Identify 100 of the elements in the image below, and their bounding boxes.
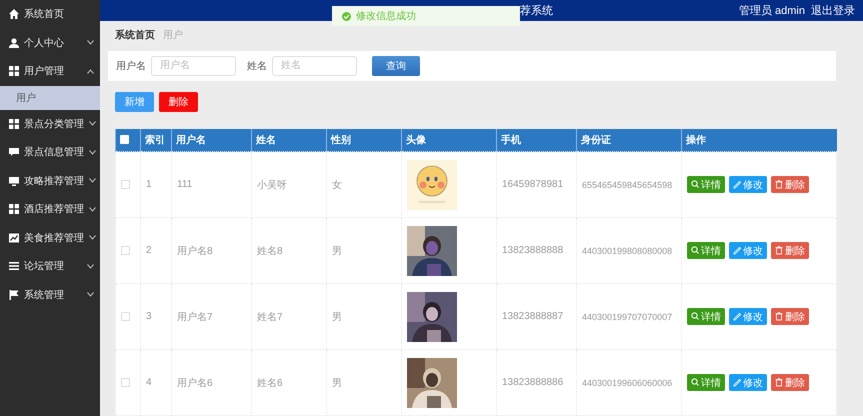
table-cell: 13823888886 bbox=[496, 350, 576, 416]
row-checkbox[interactable] bbox=[121, 180, 130, 189]
search-icon bbox=[691, 246, 699, 255]
table-cell: 男 bbox=[326, 218, 402, 284]
details-button[interactable]: 详情 bbox=[687, 308, 725, 325]
table-cell: 小吴呀 bbox=[252, 152, 326, 218]
table-cell: 2 bbox=[140, 218, 172, 284]
details-button[interactable]: 详情 bbox=[687, 374, 725, 391]
edit-button[interactable]: 修改 bbox=[729, 308, 767, 325]
table-cell: 13823888888 bbox=[496, 218, 576, 284]
flag-icon bbox=[9, 290, 19, 300]
breadcrumb-item: 用户 bbox=[163, 28, 183, 42]
sidebar-item[interactable]: 美食推荐管理 bbox=[0, 224, 100, 252]
chevron-up-icon bbox=[87, 68, 94, 74]
column-header: 姓名 bbox=[252, 128, 326, 152]
row-checkbox[interactable] bbox=[121, 312, 130, 321]
pencil-icon bbox=[733, 312, 741, 321]
row-checkbox[interactable] bbox=[121, 378, 130, 387]
pencil-icon bbox=[733, 378, 741, 387]
table-cell: 111 bbox=[172, 152, 252, 218]
details-button[interactable]: 详情 bbox=[687, 242, 725, 259]
delete-button[interactable]: 删除 bbox=[771, 308, 809, 325]
pencil-icon bbox=[733, 180, 741, 189]
chat-icon bbox=[9, 147, 19, 158]
search-icon bbox=[691, 378, 699, 387]
column-header: 手机 bbox=[496, 128, 576, 152]
field-label: 用户名 bbox=[116, 60, 146, 72]
sidebar-item[interactable]: 论坛管理 bbox=[0, 252, 100, 280]
column-header: 性别 bbox=[326, 128, 402, 152]
trash-icon bbox=[775, 246, 783, 255]
grid-icon bbox=[9, 204, 19, 214]
delete-button[interactable]: 删除 bbox=[771, 242, 809, 259]
sidebar-item[interactable]: 用户管理 bbox=[0, 57, 100, 86]
delete-button[interactable]: 删除 bbox=[771, 374, 809, 391]
trash-icon bbox=[775, 312, 783, 321]
check-circle-icon bbox=[342, 12, 351, 20]
sidebar-item[interactable]: 个人中心 bbox=[0, 28, 100, 57]
sidebar-item[interactable]: 酒店推荐管理 bbox=[0, 195, 100, 224]
trash-icon bbox=[775, 180, 783, 189]
edit-button[interactable]: 修改 bbox=[729, 374, 767, 391]
grid-icon bbox=[9, 118, 19, 129]
table-cell: 姓名7 bbox=[252, 284, 326, 350]
table-cell: 3 bbox=[140, 284, 172, 350]
chevron-down-icon bbox=[89, 235, 96, 240]
column-header: 头像 bbox=[402, 128, 496, 152]
search-button[interactable]: 查询 bbox=[372, 56, 420, 76]
input-field[interactable]: 姓名 bbox=[272, 56, 357, 76]
table-cell: 男 bbox=[326, 284, 402, 350]
edit-button[interactable]: 修改 bbox=[729, 242, 767, 259]
sidebar-item[interactable]: 系统首页 bbox=[0, 0, 100, 28]
list-icon bbox=[9, 261, 19, 272]
chart-icon bbox=[9, 232, 19, 243]
table-cell: 440300199808080008 bbox=[576, 218, 682, 284]
edit-button[interactable]: 修改 bbox=[729, 176, 767, 193]
delete-button[interactable]: 删除 bbox=[159, 92, 198, 112]
row-checkbox[interactable] bbox=[121, 246, 130, 255]
sidebar-item[interactable]: 景点信息管理 bbox=[0, 138, 100, 166]
table-cell: 16459878981 bbox=[496, 152, 576, 218]
table-cell: 姓名8 bbox=[252, 218, 326, 284]
column-header: 用户名 bbox=[172, 128, 252, 152]
sidebar-subitem[interactable]: 用户 bbox=[0, 86, 100, 110]
table-cell: 用户名6 bbox=[172, 350, 252, 416]
toast-message: 修改信息成功 bbox=[356, 10, 416, 23]
table-cell: 655465459845654598 bbox=[576, 152, 682, 218]
chevron-down-icon bbox=[87, 40, 94, 46]
logout-link[interactable]: 退出登录 bbox=[811, 2, 855, 18]
chevron-down-icon bbox=[89, 150, 96, 155]
add-button[interactable]: 新增 bbox=[115, 92, 154, 112]
table-cell: 用户名7 bbox=[172, 284, 252, 350]
sidebar-item[interactable]: 景点分类管理 bbox=[0, 110, 100, 138]
pencil-icon bbox=[733, 246, 741, 255]
trash-icon bbox=[775, 378, 783, 387]
table-cell: 13823888887 bbox=[496, 284, 576, 350]
table-cell: 440300199606060006 bbox=[576, 350, 682, 416]
column-header: 操作 bbox=[682, 128, 836, 152]
delete-button[interactable]: 删除 bbox=[771, 176, 809, 193]
search-icon bbox=[691, 312, 699, 321]
header-title: 荐系统 bbox=[520, 4, 554, 18]
chevron-down-icon bbox=[89, 206, 96, 212]
grid-icon bbox=[9, 66, 19, 76]
table-cell: 姓名6 bbox=[252, 350, 326, 416]
table-cell: 男 bbox=[326, 350, 402, 416]
chevron-down-icon bbox=[89, 121, 96, 126]
column-header: 索引 bbox=[140, 128, 172, 152]
details-button[interactable]: 详情 bbox=[687, 176, 725, 193]
select-all-checkbox[interactable] bbox=[120, 135, 129, 144]
column-header: 身份证 bbox=[576, 128, 682, 152]
breadcrumb-item[interactable]: 系统首页 bbox=[115, 28, 155, 42]
table-cell: 女 bbox=[326, 152, 402, 218]
search-icon bbox=[691, 180, 699, 189]
sidebar-item[interactable]: 系统管理 bbox=[0, 280, 100, 309]
table-cell: 4 bbox=[140, 350, 172, 416]
table-cell: 440300199707070007 bbox=[576, 284, 682, 350]
field-label: 姓名 bbox=[247, 60, 267, 72]
sidebar-item[interactable]: 攻略推荐管理 bbox=[0, 166, 100, 195]
input-field[interactable]: 用户名 bbox=[151, 56, 236, 76]
home-icon bbox=[9, 9, 19, 20]
table-cell: 用户名8 bbox=[172, 218, 252, 284]
user-icon bbox=[9, 38, 19, 48]
chevron-down-icon bbox=[89, 178, 96, 184]
